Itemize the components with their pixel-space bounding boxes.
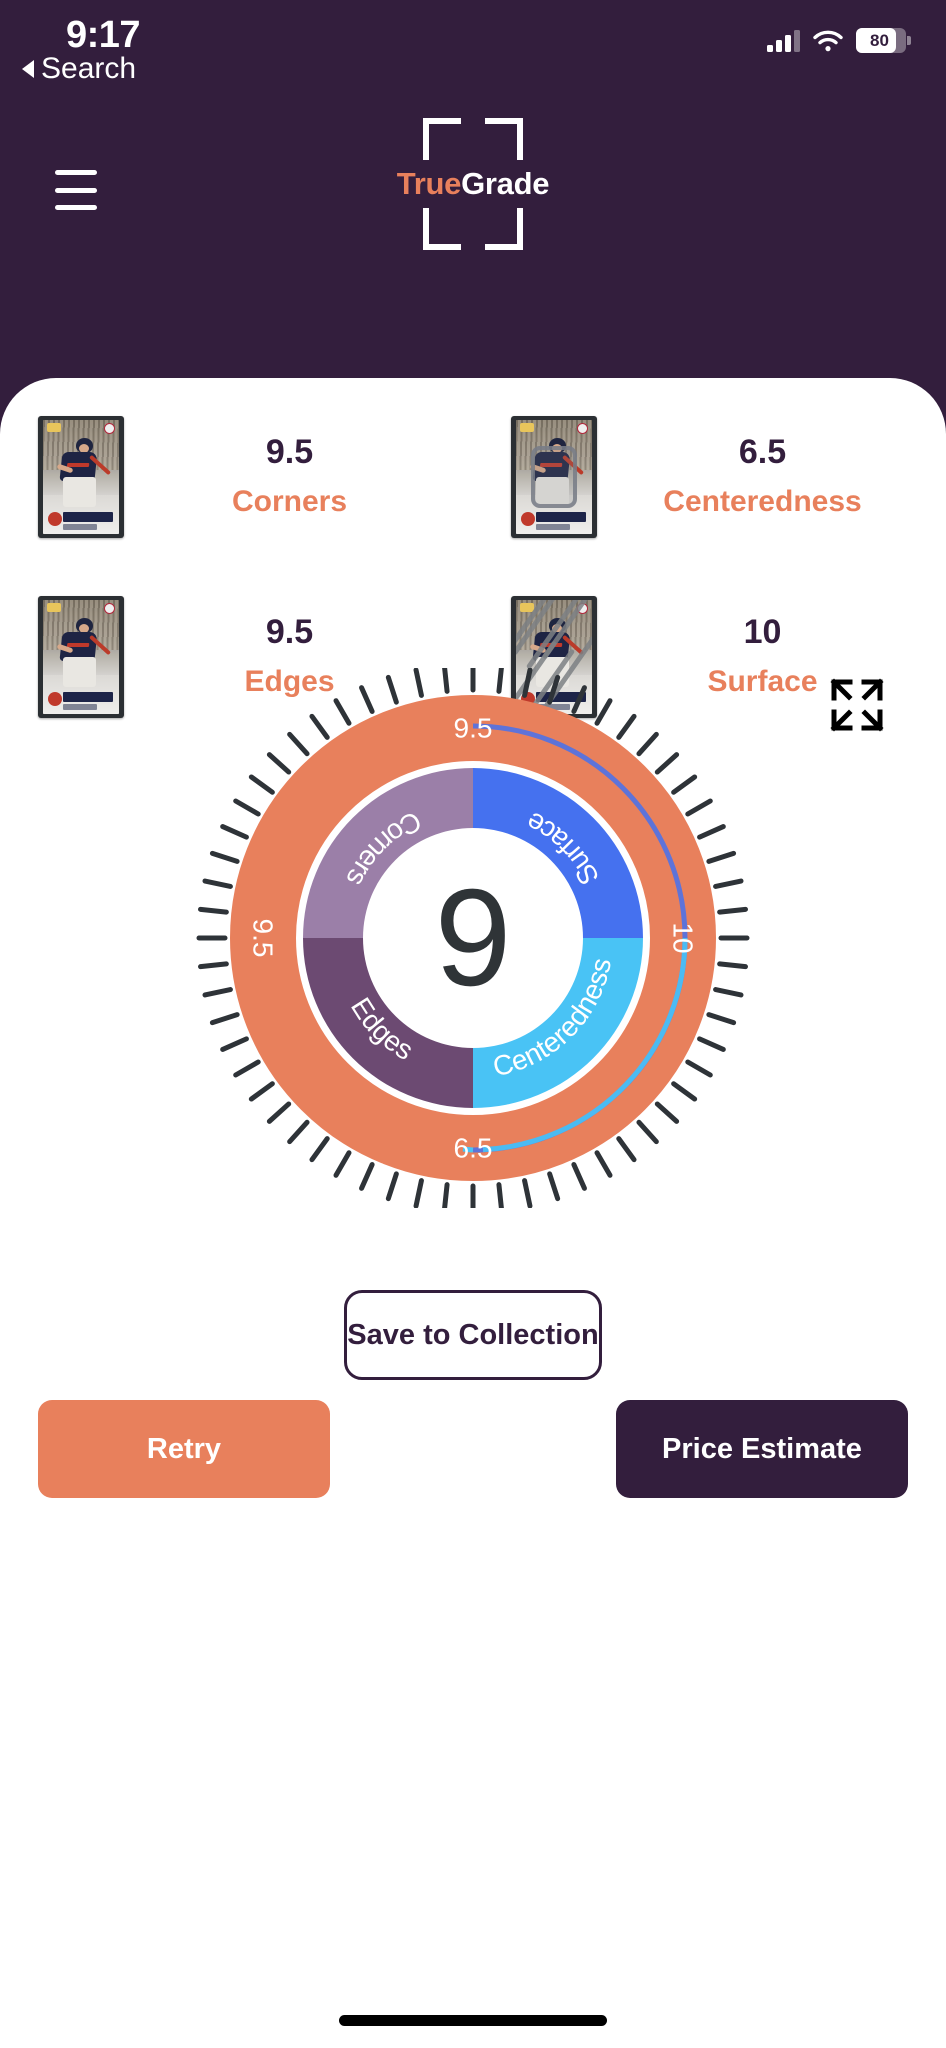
card-thumbnail-edges[interactable]: [38, 596, 124, 718]
expand-fullscreen-icon: [830, 678, 884, 732]
ring-label-right: 10: [668, 922, 699, 953]
back-triangle-icon: [22, 60, 34, 78]
ring-label-bottom: 6.5: [454, 1133, 493, 1164]
app-logo: TrueGrade: [0, 118, 946, 250]
ring-label-top: 9.5: [454, 713, 493, 744]
metric-label: Corners: [231, 484, 348, 518]
grade-gauge-chart[interactable]: 9 9.5 10 6.5 9.5 Corners Surface Centere…: [163, 668, 783, 1208]
status-bar: 9:17 80: [0, 0, 946, 78]
card-thumbnail-centeredness[interactable]: [511, 416, 597, 538]
wifi-icon: [813, 30, 843, 51]
content-sheet: 9.5 Corners 6.5 Centeredness 9.5 Edges 1…: [0, 378, 946, 2048]
logo-text-grade: Grade: [461, 166, 550, 201]
logo-text-true: True: [396, 166, 462, 201]
card-thumbnail-corners[interactable]: [38, 416, 124, 538]
scan-brackets-icon: TrueGrade: [397, 118, 549, 250]
status-indicators: 80: [767, 28, 911, 53]
gauge-svg: 9 9.5 10 6.5 9.5 Corners Surface Centere…: [196, 668, 750, 1208]
back-to-search-label: Search: [41, 52, 137, 85]
metric-score: 6.5: [738, 433, 787, 472]
metric-item-centeredness[interactable]: 6.5 Centeredness: [473, 416, 946, 538]
retry-button[interactable]: Retry: [38, 1400, 330, 1498]
metric-score: 10: [743, 613, 782, 652]
status-time: 9:17: [66, 14, 141, 56]
price-estimate-button[interactable]: Price Estimate: [616, 1400, 908, 1498]
action-button-row: Retry Price Estimate: [38, 1400, 908, 1498]
save-to-collection-button[interactable]: Save to Collection: [344, 1290, 602, 1380]
centeredness-overlay-box: [531, 446, 577, 508]
battery-percent: 80: [870, 31, 889, 50]
metric-label: Centeredness: [663, 484, 862, 518]
metric-score: 9.5: [265, 613, 314, 652]
home-indicator: [339, 2015, 607, 2026]
ring-label-left: 9.5: [248, 919, 279, 958]
metric-item-corners[interactable]: 9.5 Corners: [0, 416, 473, 538]
metric-score: 9.5: [265, 433, 314, 472]
expand-fullscreen-button[interactable]: [830, 678, 884, 732]
battery-icon: 80: [856, 28, 911, 53]
app-screen: 9:17 80 Search TrueGrade 9.5 Corners 6.5…: [0, 0, 946, 2048]
back-to-search-link[interactable]: Search: [22, 52, 136, 86]
overall-grade-value: 9: [435, 861, 512, 1015]
cellular-signal-icon: [767, 29, 800, 52]
